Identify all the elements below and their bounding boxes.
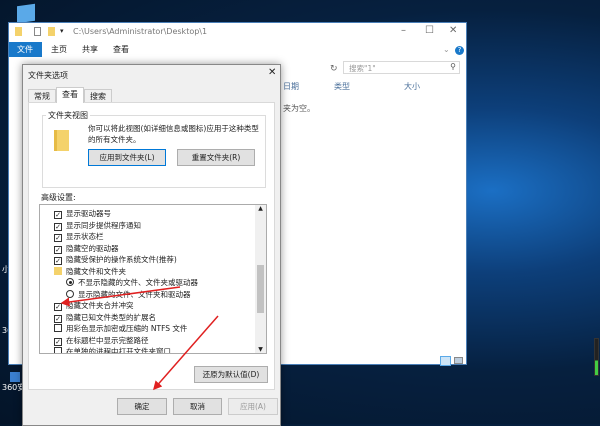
annotation-arrow — [60, 286, 181, 307]
tab-view[interactable]: 查看 — [56, 87, 84, 103]
annotation-arrow — [153, 315, 219, 391]
annotation-arrows — [60, 286, 219, 391]
